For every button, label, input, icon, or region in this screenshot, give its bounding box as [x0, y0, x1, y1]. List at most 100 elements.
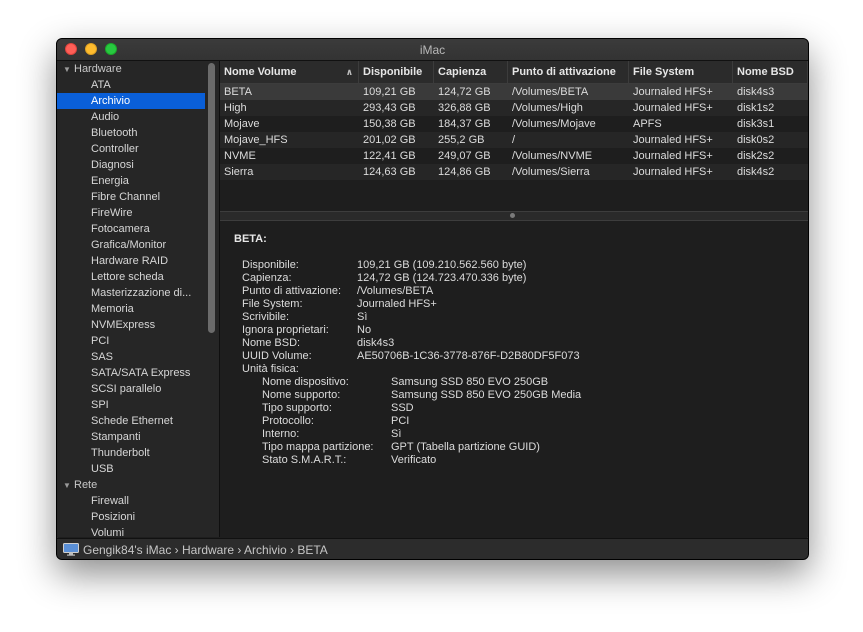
table-header: Nome Volume ∧ Disponibile Capienza Punto di … — [220, 61, 808, 84]
table-cell: 124,63 GB — [363, 166, 416, 178]
system-information-window: iMac ▼ Hardware ATA Archivio Audio Bluetooth C… — [56, 38, 809, 560]
table-cell: 124,72 GB — [438, 86, 491, 98]
sidebar-item[interactable]: Diagnosi — [57, 157, 205, 173]
sidebar: ▼ Hardware ATA Archivio Audio Bluetooth Contro… — [57, 61, 220, 537]
detail-label: Scrivibile: — [242, 311, 290, 323]
breadcrumb[interactable]: Gengik84's iMac › Hardware › Archivio › … — [83, 543, 328, 557]
table-row[interactable]: High 293,43 GB 326,88 GB/Volumes/High Journ… — [220, 100, 808, 116]
table-row[interactable]: Mojave_HFS 201,02 GB 255,2 GB / Journaled HF… — [220, 132, 808, 148]
detail-label: Nome supporto: — [262, 389, 341, 401]
sidebar-item[interactable]: PCI — [57, 333, 205, 349]
sidebar-item[interactable]: SAS — [57, 349, 205, 365]
sidebar-item[interactable]: Thunderbolt — [57, 445, 205, 461]
sidebar-group[interactable]: ▼ Hardware — [57, 61, 205, 77]
table-cell: 150,38 GB — [363, 118, 416, 130]
sidebar-item[interactable]: SCSI parallelo — [57, 381, 205, 397]
sidebar-item[interactable]: Hardware RAID — [57, 253, 205, 269]
table-cell: 201,02 GB — [363, 134, 416, 146]
detail-value: SSD — [391, 402, 414, 414]
column-header[interactable]: File System — [629, 61, 733, 83]
detail-value: Sì — [391, 428, 402, 440]
volumes-table: Nome Volume ∧ Disponibile Capienza Punto di … — [220, 61, 808, 246]
table-cell: Sierra — [224, 166, 254, 178]
detail-label: UUID Volume: — [242, 350, 312, 362]
sidebar-item[interactable]: ATA — [57, 77, 205, 93]
table-cell: APFS — [633, 118, 662, 130]
sidebar-item[interactable]: Controller — [57, 141, 205, 157]
table-cell: 184,37 GB — [438, 118, 491, 130]
sidebar-item[interactable]: Posizioni — [57, 509, 205, 525]
sidebar-group[interactable]: ▼ Rete — [57, 477, 205, 493]
sidebar-item[interactable]: Firewall — [57, 493, 205, 509]
detail-label: Disponibile: — [242, 259, 299, 271]
table-row[interactable]: NVME 122,41 GB 249,07 GB/Volumes/NVME Journ… — [220, 148, 808, 164]
detail-value: PCI — [391, 415, 410, 427]
table-cell: disk3s1 — [737, 118, 775, 130]
table-cell: Journaled HFS+ — [633, 102, 713, 114]
splitter-handle-icon[interactable] — [510, 213, 515, 218]
table-cell: /Volumes/BETA — [512, 86, 589, 98]
sidebar-group-label: Hardware — [74, 63, 122, 75]
table-body: BETA 109,21 GB 124,72 GB/Volumes/BETA Journ… — [220, 84, 808, 196]
sidebar-scrollbar[interactable] — [208, 63, 215, 333]
sidebar-item[interactable]: Lettore scheda — [57, 269, 205, 285]
detail-label: Capienza: — [242, 272, 292, 284]
sidebar-item[interactable]: SPI — [57, 397, 205, 413]
detail-label: Nome dispositivo: — [262, 376, 349, 388]
detail-value: Samsung SSD 850 EVO 250GB — [391, 376, 549, 388]
sidebar-item[interactable]: Bluetooth — [57, 125, 205, 141]
sidebar-item[interactable]: FireWire — [57, 205, 205, 221]
title-bar: iMac — [57, 39, 808, 61]
detail-label: Protocollo: — [262, 415, 314, 427]
column-header[interactable]: Capienza — [434, 61, 508, 83]
sidebar-item[interactable]: Masterizzazione di... — [57, 285, 205, 301]
disclosure-triangle-icon[interactable]: ▼ — [63, 478, 74, 493]
table-cell: 122,41 GB — [363, 150, 416, 162]
table-cell: BETA — [224, 86, 252, 98]
sidebar-item[interactable]: NVMExpress — [57, 317, 205, 333]
table-row[interactable]: Sierra 124,63 GB 124,86 GB/Volumes/Sierra J… — [220, 164, 808, 180]
table-cell: /Volumes/High — [512, 102, 583, 114]
detail-label: Stato S.M.A.R.T.: — [262, 454, 347, 466]
pane-splitter[interactable] — [220, 211, 808, 221]
detail-value: Sì — [357, 311, 368, 323]
table-cell: Journaled HFS+ — [633, 166, 713, 178]
detail-label: Unità fisica: — [242, 363, 299, 375]
table-cell: NVME — [224, 150, 256, 162]
detail-label: Punto di attivazione: — [242, 285, 342, 297]
detail-value: No — [357, 324, 372, 336]
sidebar-item[interactable]: USB — [57, 461, 205, 477]
column-header[interactable]: Disponibile — [359, 61, 434, 83]
column-header[interactable]: Punto di attivazione — [508, 61, 629, 83]
table-row[interactable]: BETA 109,21 GB 124,72 GB/Volumes/BETA Journ… — [220, 84, 808, 100]
sidebar-item[interactable]: Fotocamera — [57, 221, 205, 237]
sidebar-item[interactable]: Volumi — [57, 525, 205, 537]
sidebar-item[interactable]: Archivio — [57, 93, 205, 109]
column-header[interactable]: Nome Volume ∧ — [220, 61, 359, 83]
table-row[interactable]: Mojave 150,38 GB 184,37 GB/Volumes/Mojave A… — [220, 116, 808, 132]
table-cell: 255,2 GB — [438, 134, 485, 146]
table-cell: 124,86 GB — [438, 166, 491, 178]
sidebar-item[interactable]: Audio — [57, 109, 205, 125]
sidebar-item[interactable]: Energia — [57, 173, 205, 189]
detail-value: Journaled HFS+ — [357, 298, 437, 310]
detail-value: 109,21 GB (109.210.562.560 byte) — [357, 259, 527, 271]
detail-value: GPT (Tabella partizione GUID) — [391, 441, 540, 453]
table-cell: Journaled HFS+ — [633, 86, 713, 98]
table-cell: Mojave_HFS — [224, 134, 288, 146]
sidebar-item[interactable]: Grafica/Monitor — [57, 237, 205, 253]
detail-label: Tipo supporto: — [262, 402, 332, 414]
column-header[interactable]: Nome BSD — [733, 61, 808, 83]
sidebar-item[interactable]: Fibre Channel — [57, 189, 205, 205]
table-cell: disk4s3 — [737, 86, 775, 98]
sidebar-item[interactable]: Memoria — [57, 301, 205, 317]
sidebar-item[interactable]: Stampanti — [57, 429, 205, 445]
table-row — [220, 180, 808, 196]
detail-label: File System: — [242, 298, 303, 310]
detail-panel: BETA: Disponibile: 109,21 GB (109.210.562… — [220, 221, 808, 537]
table-cell: 293,43 GB — [363, 102, 416, 114]
table-cell: High — [224, 102, 247, 114]
disclosure-triangle-icon[interactable]: ▼ — [63, 62, 74, 77]
sidebar-item[interactable]: SATA/SATA Express — [57, 365, 205, 381]
sidebar-item[interactable]: Schede Ethernet — [57, 413, 205, 429]
